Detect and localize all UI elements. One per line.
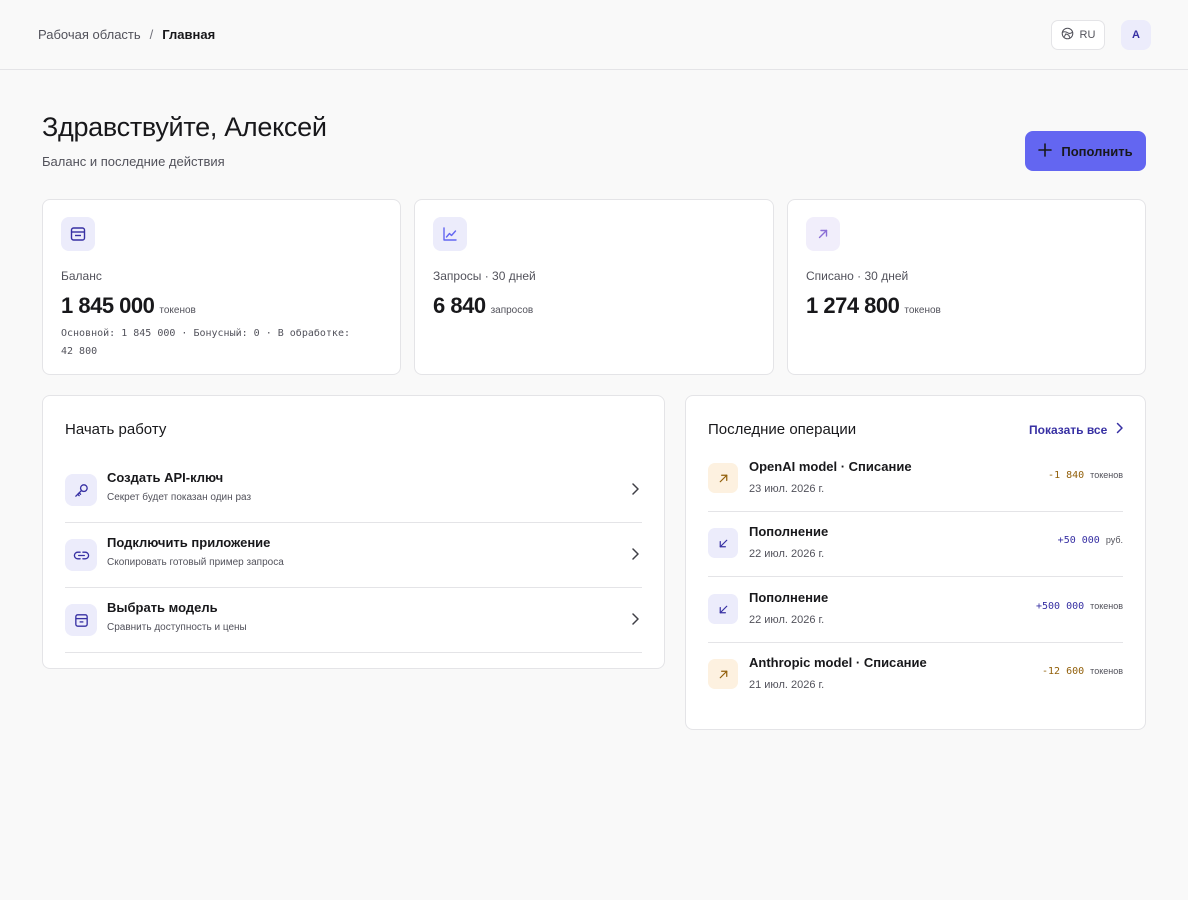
arrow-down-left-icon <box>708 594 738 624</box>
stat-label: Списано · 30 дней <box>806 269 909 283</box>
chevron-right-icon <box>630 612 640 631</box>
operation-row[interactable]: Пополнение 22 июл. 2026 г. +50 000 руб. <box>708 512 1123 577</box>
language-label: RU <box>1079 29 1096 41</box>
show-all-label: Показать все <box>1029 422 1108 437</box>
stat-number: 1 274 800 <box>806 293 900 318</box>
plus-icon <box>1038 142 1053 160</box>
getting-started-card: Начать работу Создать API-ключ Секрет бу… <box>42 395 665 669</box>
topup-label: Пополнить <box>1061 143 1133 159</box>
page-title: Здравствуйте, Алексей <box>42 112 327 142</box>
stat-value: 6 840 запросов <box>433 293 533 319</box>
section-title: Начать работу <box>65 421 167 438</box>
chevron-right-icon <box>1115 422 1124 437</box>
operation-date: 22 июл. 2026 г. <box>749 548 825 560</box>
amount-unit: токенов <box>1090 666 1123 676</box>
stat-value: 1 845 000 токенов <box>61 293 196 319</box>
stat-card-spent: Списано · 30 дней 1 274 800 токенов <box>787 199 1146 375</box>
stat-number: 6 840 <box>433 293 486 318</box>
operation-date: 21 июл. 2026 г. <box>749 679 825 691</box>
action-description: Секрет будет показан один раз <box>107 492 252 503</box>
stat-label: Запросы · 30 дней <box>433 269 536 283</box>
operation-date: 22 июл. 2026 г. <box>749 614 825 626</box>
globe-icon <box>1061 27 1074 43</box>
amount-unit: токенов <box>1090 470 1123 480</box>
chart-line-icon <box>433 217 467 251</box>
avatar[interactable]: A <box>1121 20 1151 50</box>
stat-value: 1 274 800 токенов <box>806 293 941 319</box>
arrow-up-right-icon <box>708 659 738 689</box>
operation-amount: +500 000 токенов <box>1036 601 1123 612</box>
stat-unit: токенов <box>159 305 196 316</box>
arrow-up-right-icon <box>806 217 840 251</box>
breadcrumb-separator: / <box>149 27 154 42</box>
action-choose-model[interactable]: Выбрать модель Сравнить доступность и це… <box>65 588 642 653</box>
stat-unit: запросов <box>490 305 534 316</box>
breadcrumb-current: Главная <box>162 27 216 42</box>
action-description: Сравнить доступность и цены <box>107 622 247 633</box>
recent-operations-card: Последние операции Показать все OpenAI m… <box>685 395 1146 730</box>
chevron-right-icon <box>630 482 640 501</box>
breadcrumb: Рабочая область / Главная <box>38 27 215 42</box>
operation-row[interactable]: Anthropic model · Списание 21 июл. 2026 … <box>708 643 1123 708</box>
stat-card-requests: Запросы · 30 дней 6 840 запросов <box>414 199 774 375</box>
amount-unit: токенов <box>1090 601 1123 611</box>
action-title: Подключить приложение <box>107 535 271 550</box>
operation-title: Anthropic model · Списание <box>749 655 927 670</box>
top-bar: Рабочая область / Главная RU A <box>0 0 1188 70</box>
section-title: Последние операции <box>708 421 857 438</box>
action-title: Выбрать модель <box>107 600 218 615</box>
amount-value: +500 000 <box>1036 601 1085 612</box>
wallet-icon <box>61 217 95 251</box>
action-create-api-key[interactable]: Создать API-ключ Секрет будет показан од… <box>65 458 642 523</box>
operation-amount: -1 840 токенов <box>1048 470 1123 481</box>
operation-title: OpenAI model · Списание <box>749 459 912 474</box>
amount-unit: руб. <box>1105 535 1123 545</box>
page-subtitle: Баланс и последние действия <box>42 154 225 169</box>
chevron-right-icon <box>630 547 640 566</box>
topup-button[interactable]: Пополнить <box>1025 131 1146 171</box>
balance-breakdown: Основной: 1 845 000 · Бонусный: 0 · В об… <box>61 328 350 357</box>
show-all-link[interactable]: Показать все <box>1029 422 1124 437</box>
stat-card-balance: Баланс 1 845 000 токенов Основной: 1 845… <box>42 199 401 375</box>
amount-value: +50 000 <box>1057 535 1100 546</box>
action-description: Скопировать готовый пример запроса <box>107 557 284 568</box>
operation-amount: +50 000 руб. <box>1058 535 1123 546</box>
language-button[interactable]: RU <box>1051 20 1105 50</box>
arrow-down-left-icon <box>708 528 738 558</box>
operation-title: Пополнение <box>749 524 829 539</box>
breadcrumb-workspace[interactable]: Рабочая область <box>38 27 141 42</box>
link-icon <box>65 539 97 571</box>
operation-row[interactable]: Пополнение 22 июл. 2026 г. +500 000 токе… <box>708 578 1123 643</box>
stat-label: Баланс <box>61 269 102 283</box>
arrow-up-right-icon <box>708 463 738 493</box>
action-connect-app[interactable]: Подключить приложение Скопировать готовы… <box>65 523 642 588</box>
operation-title: Пополнение <box>749 590 829 605</box>
amount-value: -1 840 <box>1048 470 1085 481</box>
action-title: Создать API-ключ <box>107 470 224 485</box>
operation-date: 23 июл. 2026 г. <box>749 483 825 495</box>
box-icon <box>65 604 97 636</box>
amount-value: -12 600 <box>1042 666 1085 677</box>
operation-amount: -12 600 токенов <box>1042 666 1123 677</box>
stat-unit: токенов <box>904 305 941 316</box>
operation-row[interactable]: OpenAI model · Списание 23 июл. 2026 г. … <box>708 447 1123 512</box>
stat-number: 1 845 000 <box>61 293 155 318</box>
key-icon <box>65 474 97 506</box>
